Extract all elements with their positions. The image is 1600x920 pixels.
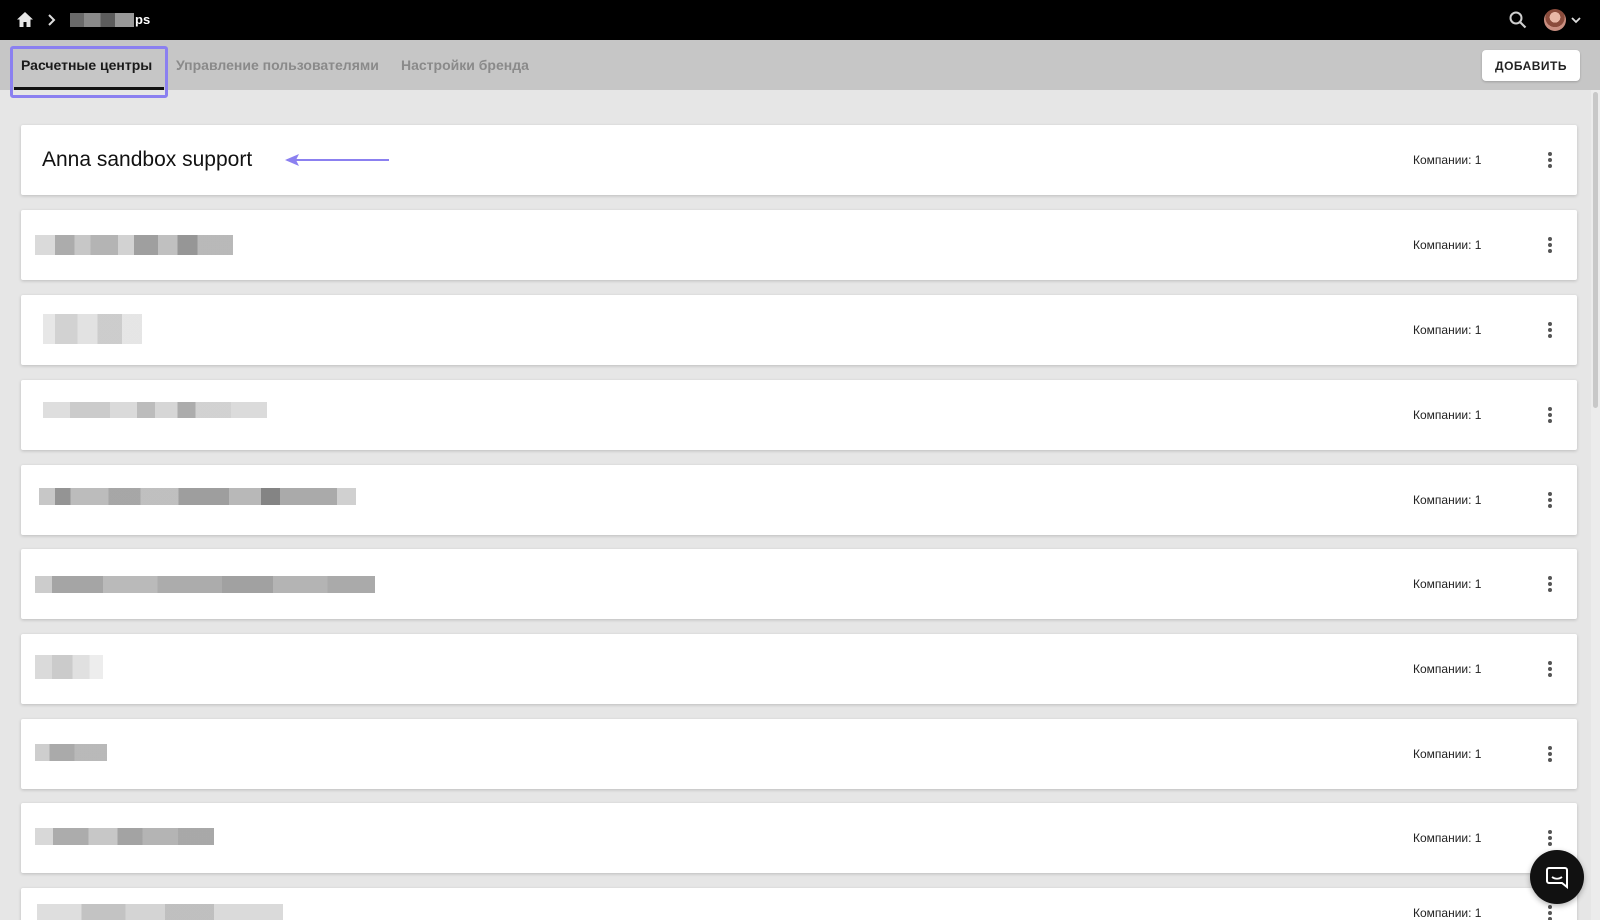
redacted-title [35, 235, 233, 255]
more-options-icon[interactable] [1547, 492, 1553, 508]
more-options-icon[interactable] [1547, 152, 1553, 168]
list-item[interactable]: Компании: 1 [21, 465, 1577, 535]
more-options-icon[interactable] [1547, 905, 1553, 920]
redacted-title [35, 744, 107, 761]
companies-count: Компании: 1 [1413, 238, 1482, 252]
redacted-title [39, 488, 356, 505]
list-item[interactable]: Anna sandbox support Компании: 1 [21, 125, 1577, 195]
more-options-icon[interactable] [1547, 746, 1553, 762]
breadcrumb-redacted [70, 13, 134, 27]
companies-count: Компании: 1 [1413, 408, 1482, 422]
companies-count: Компании: 1 [1413, 577, 1482, 591]
companies-count: Компании: 1 [1413, 906, 1482, 920]
arrow-annotation-icon [285, 154, 389, 166]
home-icon[interactable] [16, 11, 34, 28]
chat-launcher-button[interactable] [1530, 850, 1584, 904]
companies-count: Компании: 1 [1413, 323, 1482, 337]
list-item[interactable]: Компании: 1 [21, 210, 1577, 280]
chat-icon [1546, 867, 1568, 889]
companies-count: Компании: 1 [1413, 831, 1482, 845]
more-options-icon[interactable] [1547, 576, 1553, 592]
avatar[interactable] [1544, 9, 1566, 31]
list-item[interactable]: Компании: 1 [21, 634, 1577, 704]
redacted-title [37, 904, 283, 920]
list-item[interactable]: Компании: 1 [21, 295, 1577, 365]
redacted-title [35, 576, 375, 593]
list-item[interactable]: Компании: 1 [21, 719, 1577, 789]
redacted-title [43, 314, 142, 344]
tab-user-management[interactable]: Управление пользователями [176, 40, 379, 90]
redacted-title [35, 655, 103, 679]
redacted-title [43, 402, 267, 418]
more-options-icon[interactable] [1547, 407, 1553, 423]
add-button[interactable]: ДОБАВИТЬ [1482, 50, 1580, 81]
list-item[interactable]: Компании: 1 [21, 803, 1577, 873]
companies-count: Компании: 1 [1413, 493, 1482, 507]
list-item[interactable]: Компании: 1 [21, 380, 1577, 450]
tab-brand-settings[interactable]: Настройки бренда [401, 40, 529, 90]
more-options-icon[interactable] [1547, 830, 1553, 846]
scrollbar-thumb[interactable] [1593, 92, 1598, 408]
tab-bar: Расчетные центры Управление пользователя… [0, 40, 1600, 90]
chevron-right-icon [48, 14, 56, 26]
chevron-down-icon[interactable] [1570, 15, 1582, 25]
companies-count: Компании: 1 [1413, 662, 1482, 676]
tab-highlight-annotation [10, 46, 168, 98]
list-item[interactable]: Компании: 1 [21, 888, 1577, 920]
more-options-icon[interactable] [1547, 322, 1553, 338]
breadcrumb-label: ps [135, 12, 151, 27]
more-options-icon[interactable] [1547, 661, 1553, 677]
search-icon[interactable] [1508, 10, 1528, 30]
top-bar: ps [0, 0, 1600, 40]
breadcrumb-current[interactable]: ps [70, 11, 150, 29]
companies-count: Компании: 1 [1413, 153, 1482, 167]
more-options-icon[interactable] [1547, 237, 1553, 253]
row-title: Anna sandbox support [42, 148, 253, 171]
redacted-title [35, 828, 214, 845]
companies-count: Компании: 1 [1413, 747, 1482, 761]
list-item[interactable]: Компании: 1 [21, 549, 1577, 619]
